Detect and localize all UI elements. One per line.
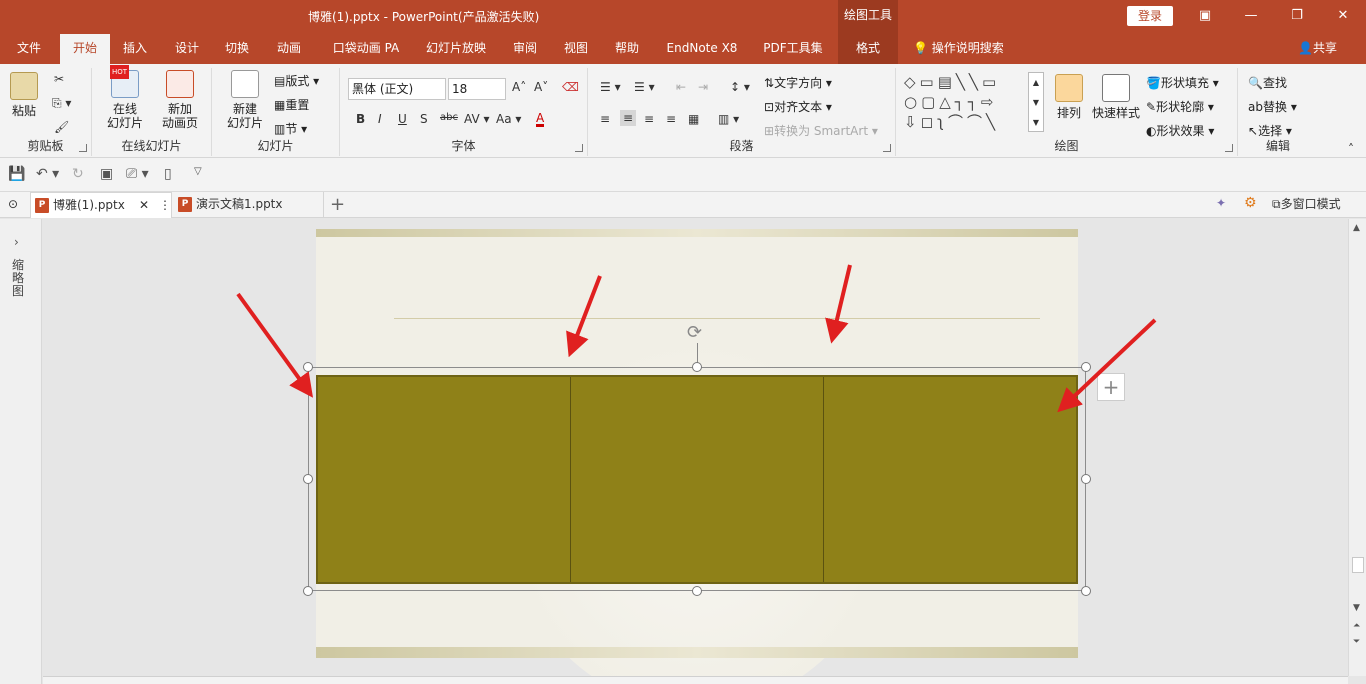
arrow-annotation <box>1057 318 1157 413</box>
next-slide-icon[interactable]: ⏷ <box>1353 637 1360 647</box>
scroll-down-icon[interactable]: ▼ <box>1353 603 1360 613</box>
arrow-annotation <box>825 264 852 344</box>
prev-slide-icon[interactable]: ⏶ <box>1353 621 1360 631</box>
arrow-annotation <box>236 292 314 398</box>
vertical-scrollbar[interactable]: ▲ ▼ ⏶ ⏷ <box>1348 219 1366 676</box>
notes-pane[interactable] <box>43 676 1348 684</box>
annotation-arrows <box>236 264 1157 413</box>
scrollbar-thumb[interactable] <box>1352 557 1364 573</box>
scroll-up-icon[interactable]: ▲ <box>1353 223 1360 233</box>
arrow-annotation <box>566 275 602 358</box>
